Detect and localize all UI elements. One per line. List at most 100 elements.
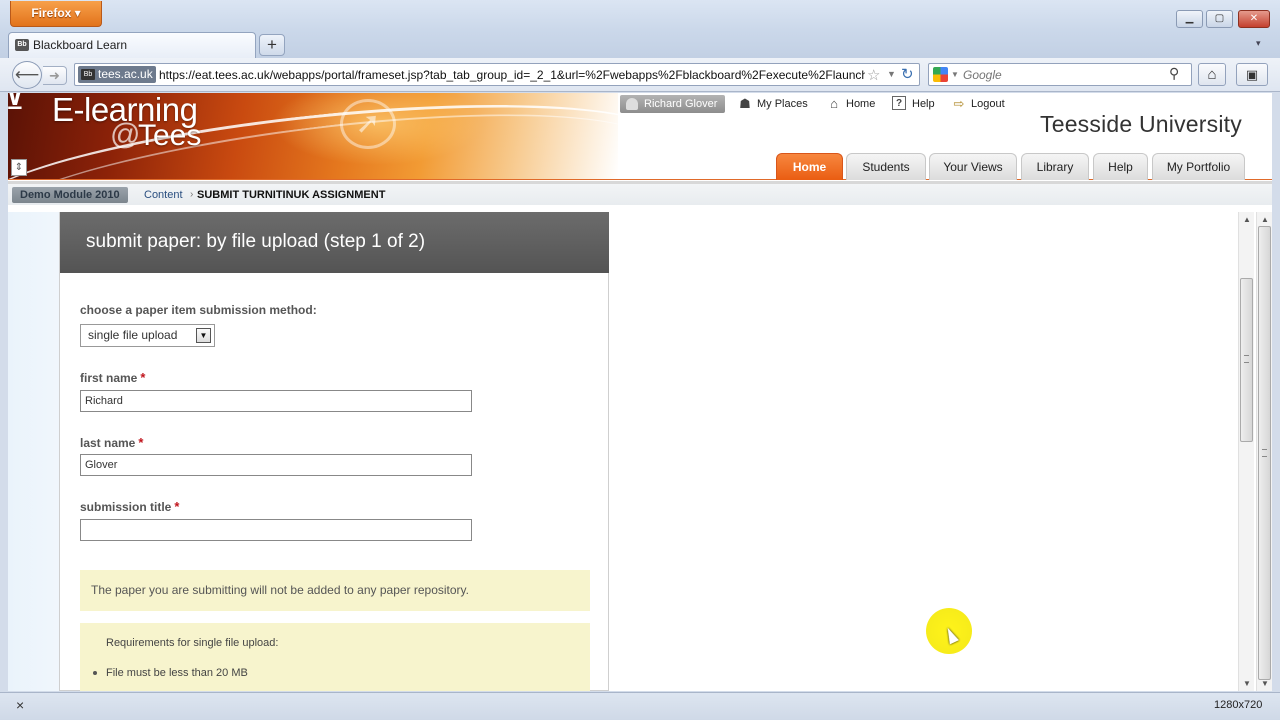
- page-viewport: ⊻ E-learning @ Tees ➚ Richard Glover ☗ M…: [8, 93, 1272, 691]
- submission-title-field[interactable]: [80, 519, 472, 541]
- submission-method-value: single file upload: [88, 328, 178, 342]
- tab-home[interactable]: Home: [776, 153, 843, 180]
- required-marker: *: [174, 499, 180, 514]
- first-name-label-text: first name: [80, 371, 138, 385]
- banner-arrow-circle-icon: ➚: [340, 99, 396, 149]
- back-button[interactable]: ⟵: [12, 61, 42, 89]
- first-name-field[interactable]: [80, 390, 472, 412]
- scroll-down-icon[interactable]: ▼: [1243, 679, 1251, 688]
- tab-your-views[interactable]: Your Views: [929, 153, 1017, 180]
- title-bar: Firefox ▾ ▁ ▢ ✕: [0, 0, 1280, 30]
- search-engine-dropdown-icon[interactable]: ▼: [951, 70, 959, 79]
- scrollbar-thumb[interactable]: [1240, 278, 1253, 442]
- user-badge[interactable]: Richard Glover: [620, 95, 726, 113]
- tab-help[interactable]: Help: [1093, 153, 1148, 180]
- google-engine-icon[interactable]: [933, 67, 948, 82]
- search-bar[interactable]: ▼ ⚲: [928, 63, 1192, 86]
- submission-title-label: submission title *: [80, 499, 179, 514]
- url-text[interactable]: https://eat.tees.ac.uk/webapps/portal/fr…: [159, 64, 865, 86]
- university-logo-text: Teesside University: [1040, 111, 1242, 137]
- chevron-down-icon[interactable]: ▼: [196, 328, 211, 343]
- user-name: Richard Glover: [644, 98, 718, 110]
- close-addon-bar-icon[interactable]: ×: [16, 697, 24, 713]
- tab-library[interactable]: Library: [1021, 153, 1089, 180]
- down-arrow-logo-icon: ⊻: [8, 93, 24, 114]
- form-title: submit paper: by file upload (step 1 of …: [60, 212, 609, 273]
- search-input[interactable]: [963, 66, 1163, 83]
- help-icon: ?: [892, 96, 906, 110]
- content-scrollbar[interactable]: ▲ ▼: [1238, 212, 1254, 691]
- my-places-label: My Places: [757, 98, 808, 110]
- minimize-button[interactable]: ▁: [1176, 10, 1203, 28]
- maximize-button[interactable]: ▢: [1206, 10, 1233, 28]
- breadcrumb-course[interactable]: Demo Module 2010: [12, 187, 128, 203]
- logout-icon: ⇨: [953, 96, 965, 111]
- my-places-icon: ☗: [739, 96, 751, 111]
- status-bar: × 1280x720: [0, 692, 1280, 720]
- forward-button[interactable]: ➜: [43, 66, 67, 85]
- requirements-box: Requirements for single file upload: Fil…: [80, 623, 590, 691]
- requirement-item: File must be less than 20 MB: [106, 667, 248, 679]
- elearning-logo-tees: Tees: [138, 119, 202, 152]
- logout-label: Logout: [971, 98, 1005, 110]
- scroll-grip-icon: [1244, 355, 1249, 363]
- site-identity-label: tees.ac.uk: [98, 67, 153, 81]
- scroll-up-icon[interactable]: ▲: [1243, 215, 1251, 224]
- tab-list-chevron-icon[interactable]: ▾: [1256, 38, 1261, 49]
- main-tab-bar: Home Students Your Views Library Help My…: [8, 153, 1272, 180]
- blackboard-favicon-icon: Bb: [81, 69, 95, 80]
- home-label: Home: [846, 98, 876, 110]
- required-marker: *: [138, 435, 144, 450]
- required-marker: *: [140, 370, 146, 385]
- submission-form-panel: submit paper: by file upload (step 1 of …: [59, 212, 609, 691]
- first-name-label: first name *: [80, 370, 145, 385]
- submission-title-label-text: submission title: [80, 500, 172, 514]
- last-name-field[interactable]: [80, 454, 472, 476]
- elearning-logo-at: @: [110, 118, 141, 151]
- scroll-down-icon[interactable]: ▼: [1261, 679, 1269, 688]
- home-icon: ⌂: [830, 96, 838, 111]
- scroll-grip-icon: [1262, 449, 1267, 457]
- reload-icon[interactable]: ↻: [901, 65, 914, 83]
- last-name-label-text: last name: [80, 436, 136, 450]
- firefox-menu-button[interactable]: Firefox ▾: [10, 1, 102, 27]
- breadcrumb-current: SUBMIT TURNITINUK ASSIGNMENT: [197, 189, 386, 201]
- submission-method-select[interactable]: single file upload ▼: [80, 324, 215, 347]
- method-label-text: choose a paper item submission method:: [80, 303, 317, 317]
- home-button[interactable]: ⌂: [1198, 63, 1226, 86]
- user-icon: [626, 98, 638, 110]
- bookmark-star-icon[interactable]: ☆: [867, 66, 880, 84]
- breadcrumb: Demo Module 2010 Content › SUBMIT TURNIT…: [8, 181, 1272, 205]
- requirements-title: Requirements for single file upload:: [106, 637, 279, 649]
- home-link[interactable]: ⌂ Home: [826, 95, 875, 113]
- bullet-icon: [93, 671, 97, 675]
- my-places-link[interactable]: ☗ My Places: [737, 95, 808, 113]
- url-bar[interactable]: Bb tees.ac.uk https://eat.tees.ac.uk/web…: [74, 63, 920, 86]
- breadcrumb-content-link[interactable]: Content: [144, 187, 183, 203]
- method-label: choose a paper item submission method:: [80, 303, 317, 317]
- help-label: Help: [912, 98, 935, 110]
- blackboard-favicon-icon: Bb: [15, 39, 29, 51]
- content-frame: submit paper: by file upload (step 1 of …: [8, 212, 1272, 691]
- navigation-toolbar: ⟵ ➜ Bb tees.ac.uk https://eat.tees.ac.uk…: [0, 58, 1280, 92]
- breadcrumb-separator-icon: ›: [190, 189, 194, 200]
- help-link[interactable]: ? Help: [892, 95, 935, 113]
- repository-notice: The paper you are submitting will not be…: [80, 570, 590, 611]
- tab-students[interactable]: Students: [846, 153, 926, 180]
- tab-my-portfolio[interactable]: My Portfolio: [1152, 153, 1245, 180]
- last-name-label: last name *: [80, 435, 143, 450]
- url-history-dropdown-icon[interactable]: ▼: [887, 69, 896, 79]
- logout-link[interactable]: ⇨ Logout: [951, 95, 1005, 113]
- addon-bar-icon[interactable]: ▣: [1236, 63, 1268, 86]
- window-size-readout: 1280x720: [1214, 699, 1263, 711]
- browser-tab[interactable]: Bb Blackboard Learn: [8, 32, 256, 58]
- site-identity-button[interactable]: Bb tees.ac.uk: [78, 66, 156, 83]
- close-window-button[interactable]: ✕: [1238, 10, 1270, 28]
- browser-scrollbar[interactable]: ▲ ▼: [1256, 212, 1272, 691]
- firefox-menu-label: Firefox: [31, 6, 72, 20]
- scrollbar-thumb[interactable]: [1258, 226, 1271, 680]
- scroll-up-icon[interactable]: ▲: [1261, 215, 1269, 224]
- search-icon[interactable]: ⚲: [1169, 65, 1179, 82]
- new-tab-button[interactable]: +: [259, 34, 285, 56]
- tab-strip: Bb Blackboard Learn + ▾: [0, 30, 1280, 58]
